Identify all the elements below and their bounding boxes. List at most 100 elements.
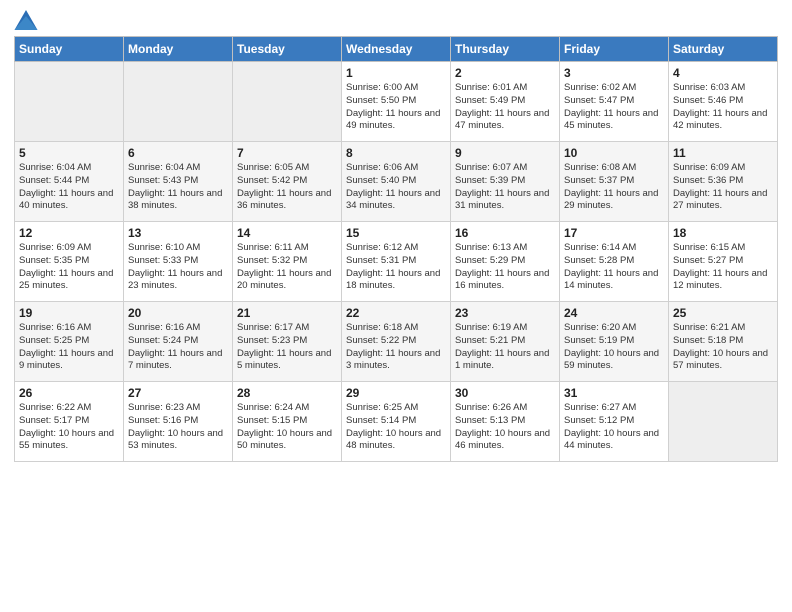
week-row-3: 12 Sunrise: 6:09 AM Sunset: 5:35 PM Dayli… xyxy=(15,222,778,302)
day-number: 10 xyxy=(564,146,664,160)
day-info: Sunrise: 6:12 AM Sunset: 5:31 PM Dayligh… xyxy=(346,242,446,293)
weekday-header-friday: Friday xyxy=(560,37,669,62)
day-number: 18 xyxy=(673,226,773,240)
day-cell xyxy=(233,62,342,142)
day-cell: 3 Sunrise: 6:02 AM Sunset: 5:47 PM Daylig… xyxy=(560,62,669,142)
weekday-header-saturday: Saturday xyxy=(669,37,778,62)
day-info: Sunrise: 6:14 AM Sunset: 5:28 PM Dayligh… xyxy=(564,242,664,293)
day-cell: 28Sunrise: 6:24 AM Sunset: 5:15 PM Dayli… xyxy=(233,382,342,462)
day-cell: 29 Sunrise: 6:25 AM Sunset: 5:14 PM Dayli… xyxy=(342,382,451,462)
day-cell: 30 Sunrise: 6:26 AM Sunset: 5:13 PM Dayli… xyxy=(451,382,560,462)
day-number: 11 xyxy=(673,146,773,160)
day-cell: 10 Sunrise: 6:08 AM Sunset: 5:37 PM Dayli… xyxy=(560,142,669,222)
day-number: 17 xyxy=(564,226,664,240)
day-info: Sunrise: 6:09 AM Sunset: 5:36 PM Dayligh… xyxy=(673,162,773,213)
day-info: Sunrise: 6:22 AM Sunset: 5:17 PM Dayligh… xyxy=(19,402,119,453)
day-number: 31 xyxy=(564,386,664,400)
day-info: Sunrise: 6:08 AM Sunset: 5:37 PM Dayligh… xyxy=(564,162,664,213)
day-number: 3 xyxy=(564,66,664,80)
weekday-header-monday: Monday xyxy=(124,37,233,62)
day-number: 9 xyxy=(455,146,555,160)
logo-icon xyxy=(14,10,38,30)
day-number: 2 xyxy=(455,66,555,80)
day-cell: 11 Sunrise: 6:09 AM Sunset: 5:36 PM Dayli… xyxy=(669,142,778,222)
day-info: Sunrise: 6:04 AM Sunset: 5:43 PM Dayligh… xyxy=(128,162,228,213)
day-cell: 21 Sunrise: 6:17 AM Sunset: 5:23 PM Dayli… xyxy=(233,302,342,382)
day-cell: 8 Sunrise: 6:06 AM Sunset: 5:40 PM Daylig… xyxy=(342,142,451,222)
day-number: 16 xyxy=(455,226,555,240)
day-info: Sunrise: 6:09 AM Sunset: 5:35 PM Dayligh… xyxy=(19,242,119,293)
day-cell: 4 Sunrise: 6:03 AM Sunset: 5:46 PM Daylig… xyxy=(669,62,778,142)
day-info: Sunrise: 6:18 AM Sunset: 5:22 PM Dayligh… xyxy=(346,322,446,373)
day-info: Sunrise: 6:23 AM Sunset: 5:16 PM Dayligh… xyxy=(128,402,228,453)
day-cell xyxy=(15,62,124,142)
day-info: Sunrise: 6:20 AM Sunset: 5:19 PM Dayligh… xyxy=(564,322,664,373)
day-info: Sunrise: 6:07 AM Sunset: 5:39 PM Dayligh… xyxy=(455,162,555,213)
calendar-table: SundayMondayTuesdayWednesdayThursdayFrid… xyxy=(14,36,778,462)
day-info: Sunrise: 6:02 AM Sunset: 5:47 PM Dayligh… xyxy=(564,82,664,133)
day-info: Sunrise: 6:15 AM Sunset: 5:27 PM Dayligh… xyxy=(673,242,773,293)
day-number: 21 xyxy=(237,306,337,320)
day-info: Sunrise: 6:19 AM Sunset: 5:21 PM Dayligh… xyxy=(455,322,555,373)
day-cell xyxy=(124,62,233,142)
day-cell: 25Sunrise: 6:21 AM Sunset: 5:18 PM Dayli… xyxy=(669,302,778,382)
day-info: Sunrise: 6:17 AM Sunset: 5:23 PM Dayligh… xyxy=(237,322,337,373)
day-cell: 6 Sunrise: 6:04 AM Sunset: 5:43 PM Daylig… xyxy=(124,142,233,222)
weekday-header-tuesday: Tuesday xyxy=(233,37,342,62)
day-cell: 12 Sunrise: 6:09 AM Sunset: 5:35 PM Dayli… xyxy=(15,222,124,302)
day-number: 4 xyxy=(673,66,773,80)
week-row-5: 26 Sunrise: 6:22 AM Sunset: 5:17 PM Dayli… xyxy=(15,382,778,462)
day-info: Sunrise: 6:16 AM Sunset: 5:25 PM Dayligh… xyxy=(19,322,119,373)
day-number: 29 xyxy=(346,386,446,400)
day-number: 12 xyxy=(19,226,119,240)
day-number: 26 xyxy=(19,386,119,400)
week-row-2: 5Sunrise: 6:04 AM Sunset: 5:44 PM Daylig… xyxy=(15,142,778,222)
day-info: Sunrise: 6:13 AM Sunset: 5:29 PM Dayligh… xyxy=(455,242,555,293)
day-info: Sunrise: 6:00 AM Sunset: 5:50 PM Dayligh… xyxy=(346,82,446,133)
day-info: Sunrise: 6:27 AM Sunset: 5:12 PM Dayligh… xyxy=(564,402,664,453)
day-number: 15 xyxy=(346,226,446,240)
day-info: Sunrise: 6:26 AM Sunset: 5:13 PM Dayligh… xyxy=(455,402,555,453)
day-number: 24 xyxy=(564,306,664,320)
day-number: 25 xyxy=(673,306,773,320)
day-cell: 14Sunrise: 6:11 AM Sunset: 5:32 PM Dayli… xyxy=(233,222,342,302)
day-info: Sunrise: 6:24 AM Sunset: 5:15 PM Dayligh… xyxy=(237,402,337,453)
day-info: Sunrise: 6:16 AM Sunset: 5:24 PM Dayligh… xyxy=(128,322,228,373)
day-info: Sunrise: 6:10 AM Sunset: 5:33 PM Dayligh… xyxy=(128,242,228,293)
day-cell: 23 Sunrise: 6:19 AM Sunset: 5:21 PM Dayli… xyxy=(451,302,560,382)
week-row-4: 19 Sunrise: 6:16 AM Sunset: 5:25 PM Dayli… xyxy=(15,302,778,382)
day-number: 30 xyxy=(455,386,555,400)
day-cell: 15 Sunrise: 6:12 AM Sunset: 5:31 PM Dayli… xyxy=(342,222,451,302)
day-info: Sunrise: 6:05 AM Sunset: 5:42 PM Dayligh… xyxy=(237,162,337,213)
day-cell: 22Sunrise: 6:18 AM Sunset: 5:22 PM Dayli… xyxy=(342,302,451,382)
day-cell: 27 Sunrise: 6:23 AM Sunset: 5:16 PM Dayli… xyxy=(124,382,233,462)
day-number: 23 xyxy=(455,306,555,320)
day-number: 1 xyxy=(346,66,446,80)
week-row-1: 1 Sunrise: 6:00 AM Sunset: 5:50 PM Daylig… xyxy=(15,62,778,142)
day-info: Sunrise: 6:06 AM Sunset: 5:40 PM Dayligh… xyxy=(346,162,446,213)
day-number: 8 xyxy=(346,146,446,160)
day-cell: 31 Sunrise: 6:27 AM Sunset: 5:12 PM Dayli… xyxy=(560,382,669,462)
day-number: 7 xyxy=(237,146,337,160)
day-cell: 13 Sunrise: 6:10 AM Sunset: 5:33 PM Dayli… xyxy=(124,222,233,302)
day-number: 27 xyxy=(128,386,228,400)
weekday-header-thursday: Thursday xyxy=(451,37,560,62)
day-cell: 1 Sunrise: 6:00 AM Sunset: 5:50 PM Daylig… xyxy=(342,62,451,142)
day-cell: 26 Sunrise: 6:22 AM Sunset: 5:17 PM Dayli… xyxy=(15,382,124,462)
day-number: 13 xyxy=(128,226,228,240)
day-cell: 5Sunrise: 6:04 AM Sunset: 5:44 PM Daylig… xyxy=(15,142,124,222)
day-info: Sunrise: 6:01 AM Sunset: 5:49 PM Dayligh… xyxy=(455,82,555,133)
day-info: Sunrise: 6:25 AM Sunset: 5:14 PM Dayligh… xyxy=(346,402,446,453)
day-cell: 17 Sunrise: 6:14 AM Sunset: 5:28 PM Dayli… xyxy=(560,222,669,302)
day-cell: 16 Sunrise: 6:13 AM Sunset: 5:29 PM Dayli… xyxy=(451,222,560,302)
day-info: Sunrise: 6:03 AM Sunset: 5:46 PM Dayligh… xyxy=(673,82,773,133)
day-cell: 9 Sunrise: 6:07 AM Sunset: 5:39 PM Daylig… xyxy=(451,142,560,222)
header-row: SundayMondayTuesdayWednesdayThursdayFrid… xyxy=(15,37,778,62)
day-number: 14 xyxy=(237,226,337,240)
day-cell: 2 Sunrise: 6:01 AM Sunset: 5:49 PM Daylig… xyxy=(451,62,560,142)
day-number: 19 xyxy=(19,306,119,320)
logo xyxy=(14,10,42,30)
day-number: 6 xyxy=(128,146,228,160)
day-cell: 18 Sunrise: 6:15 AM Sunset: 5:27 PM Dayli… xyxy=(669,222,778,302)
day-cell: 19 Sunrise: 6:16 AM Sunset: 5:25 PM Dayli… xyxy=(15,302,124,382)
